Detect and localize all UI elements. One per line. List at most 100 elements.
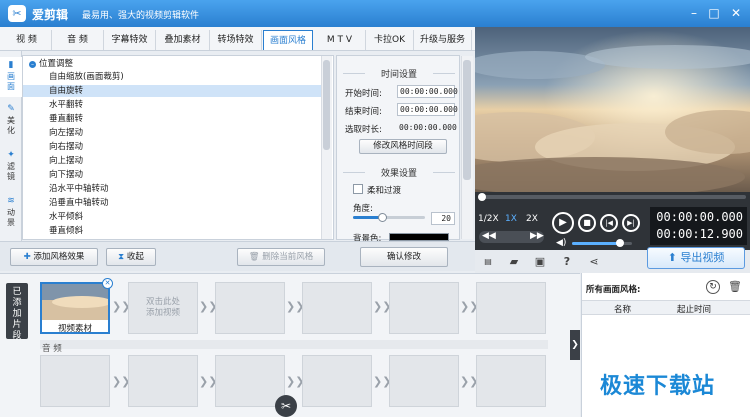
tab-picture-style[interactable]: 画面风格 [263, 30, 313, 50]
app-slogan: 最易用、强大的视频剪辑软件 [82, 11, 200, 21]
list-item[interactable]: 沿垂直中轴转动 [23, 197, 321, 209]
end-time-input[interactable]: 00:00:00.000 [397, 103, 458, 116]
new-project-icon[interactable]: ▤ [481, 255, 495, 269]
forward-icon[interactable]: ▶▶ [530, 231, 544, 241]
volume-icon[interactable]: ◀) [556, 238, 566, 248]
sidenav-beautify[interactable]: ✎ 美 化 [0, 101, 22, 141]
brush-icon: ✎ [7, 104, 15, 114]
tab-subtitle-effects[interactable]: 字幕特效 [104, 30, 156, 50]
playback-progress-bar[interactable] [478, 195, 746, 199]
collapse-button[interactable]: ⧗ 收起 [106, 248, 156, 266]
sidenav-motion[interactable]: ≋ 动 景 [0, 193, 22, 233]
speed-normal[interactable]: 1X [505, 214, 517, 224]
filter-icon: ✦ [7, 150, 15, 160]
angle-input[interactable]: 20 [431, 212, 455, 225]
volume-knob[interactable] [616, 239, 624, 247]
list-item[interactable]: 垂直翻转 [23, 113, 321, 125]
play-button[interactable]: ▶ [552, 212, 574, 234]
export-icon: ⬆ [667, 251, 681, 264]
list-item[interactable]: 水平翻转 [23, 99, 321, 111]
audio-slot[interactable] [476, 355, 546, 407]
remove-clip-icon[interactable]: ✕ [102, 278, 113, 289]
stop-icon: ■ [583, 218, 591, 227]
audio-track-header [40, 340, 548, 349]
next-frame-button[interactable]: ▶| [622, 214, 640, 232]
delete-style-button[interactable]: 🗑 删除当前风格 [237, 248, 325, 266]
list-item[interactable]: 向右摆动 [23, 141, 321, 153]
sidenav-filter[interactable]: ✦ 滤 镜 [0, 147, 22, 187]
speed-double[interactable]: 2X [526, 214, 538, 224]
video-preview[interactable] [475, 27, 750, 192]
list-item[interactable]: 向下摆动 [23, 169, 321, 181]
collapse-icon[interactable]: – [29, 61, 36, 68]
close-icon[interactable]: ✕ [727, 4, 745, 22]
audio-slot[interactable] [302, 355, 372, 407]
scissors-icon[interactable]: ✂ [275, 395, 297, 417]
tab-video[interactable]: 视 频 [2, 30, 52, 50]
duration-value: 00:00:00.000 [399, 123, 457, 132]
export-video-button[interactable]: ⬆ 导出视频 [647, 247, 745, 269]
tab-audio[interactable]: 音 频 [52, 30, 104, 50]
panel-collapse-icon[interactable]: ❯ [570, 330, 580, 360]
empty-slot[interactable] [476, 282, 546, 334]
empty-slot[interactable] [215, 282, 285, 334]
tab-karaoke[interactable]: 卡拉OK [366, 30, 414, 50]
tab-transitions[interactable]: 转场特效 [210, 30, 262, 50]
delete-icon[interactable]: 🗑 [728, 280, 742, 293]
angle-slider-knob[interactable] [377, 213, 387, 222]
minimize-icon[interactable]: – [685, 4, 703, 22]
tab-overlay[interactable]: 叠加素材 [156, 30, 210, 50]
frame-icon: ▮ [8, 60, 14, 70]
list-item[interactable]: 水平倾斜 [23, 211, 321, 223]
prev-frame-icon: |◀ [605, 219, 613, 227]
confirm-modify-button[interactable]: 确认修改 [360, 247, 448, 267]
clip-caption: 视频素材 [57, 324, 92, 334]
timecode-display: 00:00:00.000 00:00:12.900 [650, 207, 747, 245]
list-item[interactable]: 向左摆动 [23, 127, 321, 139]
list-item[interactable]: 向上摆动 [23, 155, 321, 167]
rewind-icon[interactable]: ◀◀ [482, 231, 496, 241]
playback-progress-knob[interactable] [478, 193, 486, 201]
tab-upgrade[interactable]: 升级与服务 [414, 30, 472, 50]
list-item[interactable]: 沿水平中轴转动 [23, 183, 321, 195]
add-style-button[interactable]: ✚ 添加风格效果 [10, 248, 98, 266]
list-group-position[interactable]: – 位置调整 [23, 58, 321, 70]
stop-button[interactable]: ■ [578, 214, 596, 232]
tab-mtv[interactable]: M T V [314, 30, 366, 50]
prev-frame-button[interactable]: |◀ [600, 214, 618, 232]
main-tabs: 视 频 音 频 字幕特效 叠加素材 转场特效 画面风格 M T V 卡拉OK 升… [0, 27, 475, 51]
share-icon[interactable]: ⋖ [587, 255, 601, 269]
settings-scroll-thumb[interactable] [463, 60, 471, 180]
collapse-arrow-icon: ⧗ [118, 252, 127, 262]
end-time-label: 结束时间: [345, 107, 382, 117]
sidenav-picture[interactable]: ▮ 画 面 [0, 57, 22, 97]
open-folder-icon[interactable]: ▰ [507, 255, 521, 269]
speed-half[interactable]: 1/2X [478, 214, 499, 224]
maximize-icon[interactable]: □ [705, 4, 723, 22]
empty-slot[interactable] [302, 282, 372, 334]
modify-style-time-button[interactable]: 修改风格时间段 [359, 139, 447, 154]
bg-color-swatch[interactable] [389, 233, 449, 241]
empty-slot[interactable] [389, 282, 459, 334]
save-icon[interactable]: ▣ [533, 255, 547, 269]
start-time-input[interactable]: 00:00:00.000 [397, 85, 458, 98]
soft-transition-checkbox[interactable] [353, 184, 363, 194]
list-item-selected[interactable]: 自由旋转 [23, 85, 321, 97]
side-nav: ▮ 画 面 ✎ 美 化 ✦ 滤 镜 ≋ 动 景 [0, 51, 22, 241]
list-item[interactable]: 自由缩放(画面裁剪) [23, 71, 321, 83]
list-item[interactable]: 垂直倾斜 [23, 225, 321, 237]
audio-slot[interactable] [128, 355, 198, 407]
add-video-slot[interactable]: 双击此处 添加视频 [128, 282, 198, 334]
arrow-icon: ❯❯ [373, 300, 392, 313]
col-time: 起止时间 [677, 305, 712, 315]
time-settings-header: 时间设置 [380, 70, 417, 80]
effect-list-scroll-thumb[interactable] [323, 60, 330, 150]
help-icon[interactable]: ? [560, 255, 574, 269]
refresh-icon[interactable]: ↻ [706, 280, 720, 294]
audio-slot[interactable] [389, 355, 459, 407]
arrow-icon: ❯❯ [199, 375, 218, 388]
audio-slot[interactable] [40, 355, 110, 407]
audio-slot[interactable] [215, 355, 285, 407]
arrow-icon: ❯❯ [373, 375, 392, 388]
video-clip-slot[interactable]: 视频素材 ✕ [40, 278, 113, 334]
